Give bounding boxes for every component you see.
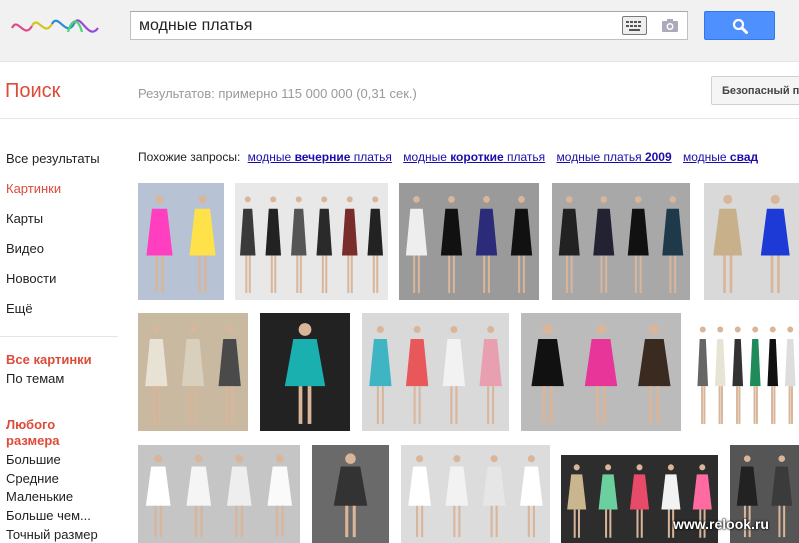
image-thumbnail	[138, 445, 300, 543]
related-query-wedding[interactable]: модные свад	[683, 150, 758, 164]
image-thumbnail	[260, 313, 350, 431]
image-result[interactable]	[521, 313, 681, 431]
related-query-short[interactable]: модные короткие платья	[403, 150, 545, 164]
camera-icon[interactable]	[661, 17, 679, 34]
sidebar-divider	[0, 336, 118, 337]
image-thumbnail	[138, 183, 224, 300]
image-result[interactable]	[312, 445, 389, 543]
image-thumbnail	[235, 183, 388, 300]
related-query-2009[interactable]: модные платья 2009	[557, 150, 672, 164]
sidebar-by-topic[interactable]: По темам	[6, 371, 64, 386]
image-thumbnail	[138, 313, 248, 431]
search-icon	[732, 18, 748, 34]
size-option-medium[interactable]: Средние	[6, 471, 59, 486]
image-result[interactable]	[138, 183, 224, 300]
sidebar-item-all-results[interactable]: Все результаты	[6, 151, 100, 166]
size-title-line1[interactable]: Любого	[6, 417, 55, 432]
image-thumbnail	[694, 313, 799, 431]
sidebar-item-maps[interactable]: Карты	[6, 211, 43, 226]
image-result[interactable]	[694, 313, 799, 431]
image-thumbnail	[312, 445, 389, 543]
image-result[interactable]	[362, 313, 509, 431]
sidebar-item-video[interactable]: Видео	[6, 241, 44, 256]
sidebar-all-images[interactable]: Все картинки	[6, 352, 92, 367]
results-count: Результатов: примерно 115 000 000 (0,31 …	[138, 86, 417, 101]
sidebar-item-more[interactable]: Ещё	[6, 301, 33, 316]
safe-search-button[interactable]: Безопасный п	[711, 76, 799, 105]
image-result[interactable]	[401, 445, 550, 543]
search-input[interactable]	[131, 12, 611, 39]
related-prefix: Похожие запросы:	[138, 150, 241, 164]
search-button[interactable]	[704, 11, 775, 40]
related-queries: Похожие запросы: модные вечерние платья …	[138, 150, 762, 164]
image-result[interactable]	[399, 183, 539, 300]
top-header	[0, 0, 799, 62]
related-query-evening[interactable]: модные вечерние платья	[248, 150, 392, 164]
image-result[interactable]	[138, 445, 300, 543]
image-thumbnail	[401, 445, 550, 543]
image-result[interactable]	[260, 313, 350, 431]
image-thumbnail	[521, 313, 681, 431]
google-logo[interactable]	[8, 8, 108, 44]
image-thumbnail	[552, 183, 690, 300]
image-result[interactable]	[235, 183, 388, 300]
image-thumbnail	[362, 313, 509, 431]
size-option-small[interactable]: Маленькие	[6, 489, 73, 504]
search-box	[130, 11, 688, 40]
search-section-title: Поиск	[5, 80, 61, 102]
size-option-larger-than[interactable]: Больше чем...	[6, 508, 91, 523]
image-result[interactable]	[704, 183, 799, 300]
size-option-exact[interactable]: Точный размер	[6, 527, 98, 542]
image-thumbnail	[704, 183, 799, 300]
size-option-large[interactable]: Большие	[6, 452, 61, 467]
google-images-page: Поиск Результатов: примерно 115 000 000 …	[0, 0, 799, 543]
watermark-text: www.relook.ru	[673, 516, 769, 532]
image-thumbnail	[399, 183, 539, 300]
sidebar-item-images[interactable]: Картинки	[6, 181, 61, 196]
image-result[interactable]	[552, 183, 690, 300]
header-divider	[0, 118, 799, 119]
keyboard-icon[interactable]	[622, 16, 647, 35]
sidebar-item-news[interactable]: Новости	[6, 271, 56, 286]
image-result[interactable]	[138, 313, 248, 431]
size-title-line2[interactable]: размера	[6, 433, 60, 448]
